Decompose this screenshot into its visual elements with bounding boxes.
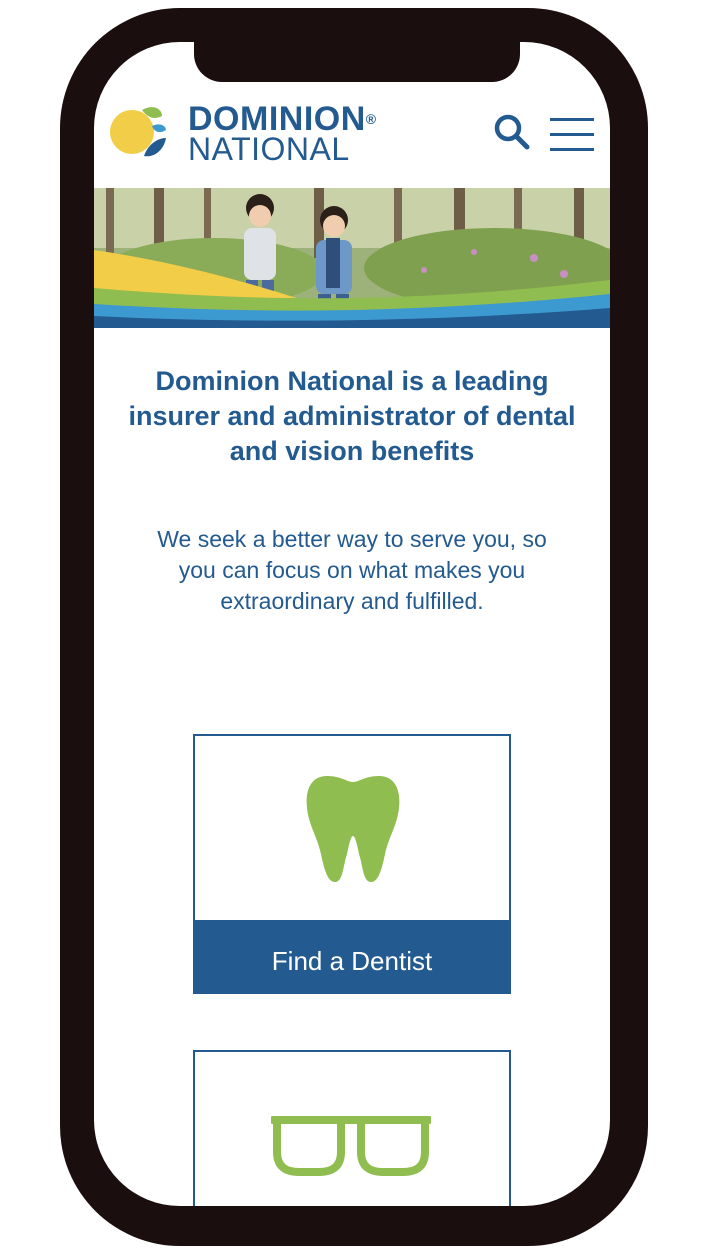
screen: DOMINION® NATIONAL Dominion National is … — [94, 42, 610, 1206]
find-a-dentist-button[interactable]: Find a Dentist — [195, 920, 509, 992]
hero-illustration — [94, 188, 610, 328]
hero-image — [94, 188, 610, 328]
find-a-dentist-card[interactable]: Find a Dentist — [193, 734, 511, 994]
brand-name-line2: NATIONAL — [188, 131, 350, 167]
menu-button[interactable] — [550, 114, 596, 154]
tooth-icon — [306, 776, 400, 882]
search-icon — [494, 114, 530, 150]
brand-logo[interactable]: DOMINION® NATIONAL — [108, 101, 376, 167]
brand-logo-mark-icon — [110, 107, 166, 157]
vision-card[interactable] — [193, 1050, 511, 1206]
phone-notch — [194, 26, 520, 82]
intro-text: We seek a better way to serve you, so yo… — [157, 526, 547, 614]
search-button[interactable] — [492, 112, 532, 152]
eyeglasses-icon — [271, 1116, 431, 1176]
hamburger-menu-icon — [550, 118, 594, 121]
registered-mark: ® — [365, 111, 377, 127]
page-headline: Dominion National is a leading insurer a… — [128, 366, 576, 466]
